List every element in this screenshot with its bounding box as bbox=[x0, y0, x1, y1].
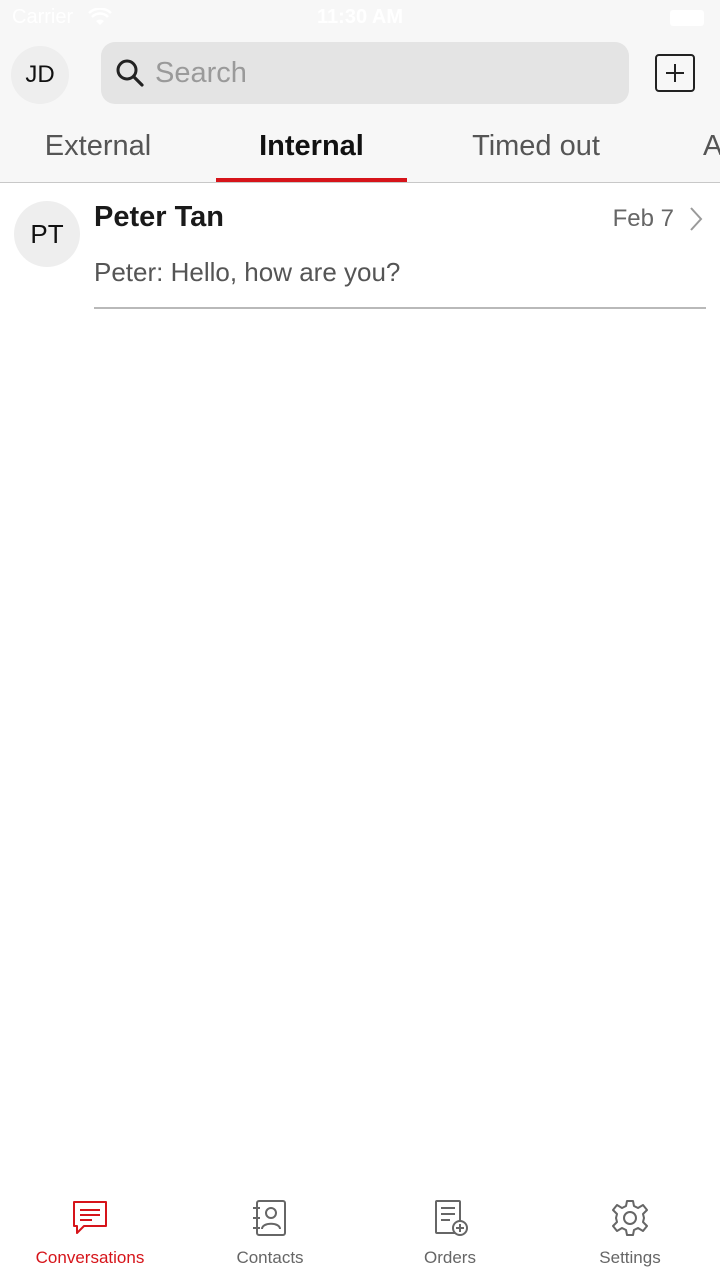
tab-timed-out[interactable]: Timed out bbox=[430, 130, 642, 182]
search-bar[interactable] bbox=[101, 42, 629, 104]
chat-icon bbox=[73, 1201, 107, 1234]
battery-icon bbox=[670, 10, 704, 26]
conversation-row[interactable]: PT Peter Tan Feb 7 Peter: Hello, how are… bbox=[0, 183, 720, 309]
tabbar-conversations[interactable]: Conversations bbox=[0, 1186, 180, 1280]
tab-internal[interactable]: Internal bbox=[216, 130, 407, 182]
conversation-date: Feb 7 bbox=[612, 205, 674, 232]
header: JD bbox=[0, 36, 720, 122]
tab-external[interactable]: External bbox=[0, 130, 196, 182]
gear-icon bbox=[612, 1200, 648, 1236]
tab-label: A bbox=[703, 130, 720, 162]
tab-label: Internal bbox=[259, 130, 364, 162]
tabbar-orders[interactable]: Orders bbox=[360, 1186, 540, 1280]
tabbar-label: Conversations bbox=[35, 1248, 145, 1267]
tab-label: Timed out bbox=[472, 130, 600, 162]
tab-label: External bbox=[44, 130, 152, 162]
bottom-tab-bar: Conversations Contacts Orders Settings bbox=[0, 1186, 720, 1280]
contacts-book-icon bbox=[253, 1200, 286, 1236]
tabbar-contacts[interactable]: Contacts bbox=[180, 1186, 360, 1280]
status-time: 11:30 AM bbox=[317, 6, 403, 28]
active-tab-indicator bbox=[216, 178, 407, 182]
contact-initials: PT bbox=[30, 218, 64, 249]
chevron-right-icon bbox=[690, 207, 703, 231]
profile-avatar[interactable]: JD bbox=[11, 46, 69, 104]
message-preview: Peter: Hello, how are you? bbox=[94, 257, 401, 287]
plus-icon bbox=[666, 64, 684, 82]
status-bar: Carrier 11:30 AM bbox=[0, 0, 720, 36]
conversation-list: PT Peter Tan Feb 7 Peter: Hello, how are… bbox=[0, 183, 720, 309]
search-input[interactable] bbox=[155, 56, 595, 90]
contact-avatar: PT bbox=[14, 201, 80, 267]
contact-name: Peter Tan bbox=[94, 201, 225, 233]
profile-initials: JD bbox=[25, 61, 55, 88]
tab-more[interactable]: A bbox=[703, 130, 720, 182]
orders-document-icon bbox=[435, 1200, 468, 1236]
tabbar-label: Contacts bbox=[236, 1248, 304, 1267]
tabbar-label: Orders bbox=[424, 1248, 476, 1267]
new-conversation-button[interactable] bbox=[655, 54, 695, 92]
tabbar-settings[interactable]: Settings bbox=[540, 1186, 720, 1280]
search-icon bbox=[113, 56, 147, 90]
row-divider bbox=[94, 307, 706, 309]
tabbar-label: Settings bbox=[599, 1248, 661, 1267]
conversation-tabs: External Internal Timed out A bbox=[0, 122, 720, 183]
